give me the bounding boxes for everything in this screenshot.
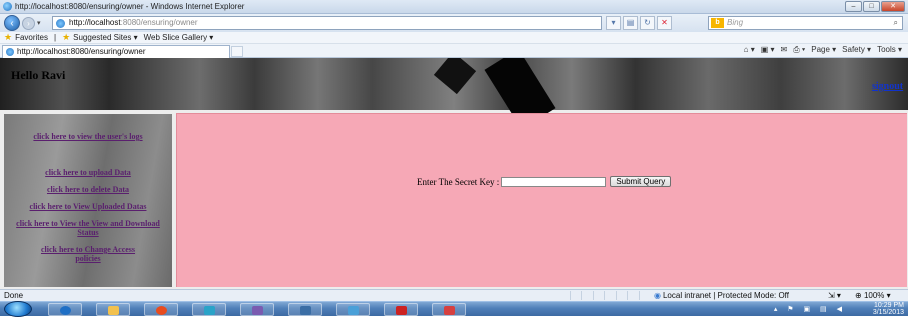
media-player-icon [156,306,167,315]
search-box[interactable]: b Bing ⌕ [708,16,903,30]
search-icon[interactable]: ⌕ [894,17,898,29]
navigation-bar: ‹ › ▾ http://localhost:8080/ensuring/own… [0,14,908,32]
stop-icon[interactable]: ✕ [657,16,672,30]
taskbar-app-button[interactable] [336,303,370,316]
minimize-button[interactable]: – [845,1,862,12]
feeds-icon[interactable]: ▣ ▾ [761,45,775,55]
close-button[interactable]: ✕ [881,1,905,12]
bing-logo-icon: b [711,18,724,28]
clock-time: 10:29 PM [874,302,904,309]
window-controls: – □ ✕ [845,1,905,12]
command-bar: ⌂ ▾ ▣ ▾ ✉ ⎙ ▾ Page ▾ Safety ▾ Tools ▾ [744,45,902,55]
main-content: Enter The Secret Key : Submit Query [176,113,907,287]
taskbar-ie-button[interactable] [48,303,82,316]
view-uploaded-datas-link[interactable]: click here to View Uploaded Datas [4,202,172,211]
mail-icon[interactable]: ✉ [781,45,788,55]
page-favicon-icon [56,19,65,28]
divider: | [53,33,57,42]
view-user-logs-link[interactable]: click here to view the user's logs [4,132,172,141]
forward-button[interactable]: › [22,16,35,30]
submit-query-button[interactable]: Submit Query [610,176,672,187]
internet-explorer-icon [60,306,71,315]
tools-menu[interactable]: Tools ▾ [877,45,902,55]
tab-current[interactable]: http://localhost:8080/ensuring/owner [2,45,230,58]
suggested-sites-link[interactable]: Suggested Sites ▾ [73,33,138,42]
tab-title: http://localhost:8080/ensuring/owner [17,47,146,56]
app-icon [396,306,407,315]
window-title-bar: http://localhost:8080/ensuring/owner - W… [0,0,908,14]
intranet-globe-icon: ◉ [654,291,661,300]
status-bar: Done ◉ Local intranet | Protected Mode: O… [0,289,908,301]
search-placeholder: Bing [727,18,744,27]
page-viewport: Hello Ravi signout click here to view th… [0,58,908,289]
window-title: http://localhost:8080/ensuring/owner - W… [15,2,245,11]
view-download-status-link[interactable]: click here to View the View and Download… [4,219,172,237]
safety-menu[interactable]: Safety ▾ [842,45,871,55]
favorites-star-icon[interactable]: ★ [4,32,12,43]
status-panes [570,291,650,300]
taskbar-app-button[interactable] [192,303,226,316]
folder-icon [108,306,119,315]
app-icon [204,306,215,315]
taskbar-vs-button[interactable] [240,303,274,316]
dropdown-icon[interactable]: ▾ [606,16,621,30]
start-button[interactable] [4,301,32,317]
taskbar-netbeans-button[interactable] [288,303,322,316]
tray-clock[interactable]: 10:29 PM 3/15/2013 [873,302,904,316]
app-icon [444,306,455,315]
app-icon [348,306,359,315]
upload-data-link[interactable]: click here to upload Data [4,168,172,177]
taskbar-explorer-button[interactable] [96,303,130,316]
address-bar[interactable]: http://localhost:8080/ensuring/owner [52,16,602,30]
print-icon[interactable]: ⎙ ▾ [793,45,805,55]
sidebar: click here to view the user's logs click… [4,114,172,287]
address-buttons: ▾ ▤ ↻ ✕ [606,16,672,30]
address-path: :8080/ensuring/owner [120,18,198,27]
ie-logo-icon [3,2,12,11]
system-tray[interactable]: ▴ ⚑ ▣ ▤ ◀ [774,305,846,313]
web-slice-gallery-link[interactable]: Web Slice Gallery ▾ [144,33,214,42]
new-tab-button[interactable] [231,46,243,57]
back-button[interactable]: ‹ [4,15,20,31]
favorites-bar: ★ Favorites | ★ Suggested Sites ▾ Web Sl… [0,32,908,44]
tab-favicon-icon [6,48,14,56]
compatibility-icon[interactable]: ▤ [623,16,638,30]
address-host: http://localhost [69,18,121,27]
delete-data-link[interactable]: click here to delete Data [4,185,172,194]
taskbar: ▴ ⚑ ▣ ▤ ◀ 10:29 PM 3/15/2013 [0,301,908,317]
favorites-button[interactable]: Favorites [15,33,48,42]
zoom-value: 100% [863,291,885,300]
change-access-policies-link[interactable]: click here to Change Access policies [4,245,172,263]
taskbar-app-button[interactable] [432,303,466,316]
signout-link[interactable]: signout [872,81,908,92]
header-banner: Hello Ravi signout [0,58,908,130]
add-favorites-icon[interactable]: ★ [62,32,70,43]
secret-key-label: Enter The Secret Key : [417,176,500,187]
security-zone[interactable]: ◉ Local intranet | Protected Mode: Off [654,290,789,301]
clock-date: 3/15/2013 [872,309,904,316]
security-zone-text: Local intranet | Protected Mode: Off [662,291,789,300]
zoom-level[interactable]: ⊕ 100% ▾ [855,290,891,301]
status-text: Done [4,291,24,300]
secret-key-form: Enter The Secret Key : Submit Query [417,176,672,187]
taskbar-media-button[interactable] [144,303,178,316]
taskbar-app-button[interactable] [384,303,418,316]
greeting: Hello Ravi [11,68,66,82]
maximize-button[interactable]: □ [863,1,880,12]
addons-icon[interactable]: ⇲ ▾ [828,290,841,301]
page-menu[interactable]: Page ▾ [811,45,836,55]
refresh-icon[interactable]: ↻ [640,16,655,30]
banner-branch-graphic [433,58,477,95]
secret-key-input[interactable] [501,176,607,187]
visual-studio-icon [252,306,263,315]
tab-bar: http://localhost:8080/ensuring/owner ⌂ ▾… [0,44,908,58]
recent-pages-dropdown[interactable]: ▾ [37,19,41,27]
home-icon[interactable]: ⌂ ▾ [744,45,755,55]
cube-icon [300,306,311,315]
